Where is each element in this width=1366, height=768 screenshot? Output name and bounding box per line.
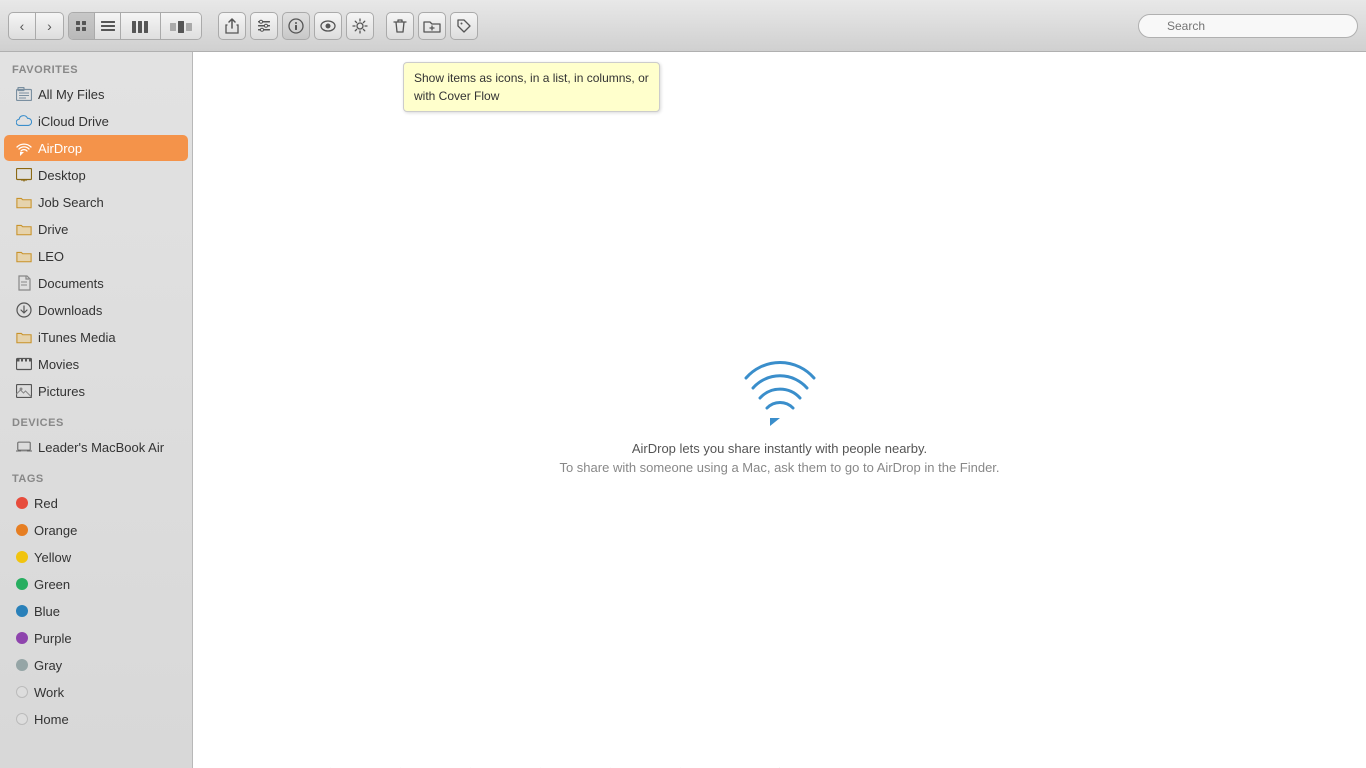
view-switcher <box>68 12 202 40</box>
itunes-media-icon <box>16 329 32 345</box>
sidebar-item-tag-orange[interactable]: Orange <box>4 517 188 543</box>
airdrop-sub-text: To share with someone using a Mac, ask t… <box>559 460 999 475</box>
leo-folder-icon <box>16 248 32 264</box>
forward-button[interactable]: › <box>36 12 64 40</box>
sidebar-item-tag-home[interactable]: Home <box>4 706 188 732</box>
view-column-button[interactable] <box>121 13 161 40</box>
airdrop-main-text: AirDrop lets you share instantly with pe… <box>559 441 999 456</box>
sidebar-item-label: Yellow <box>34 550 71 565</box>
desktop-icon <box>16 167 32 183</box>
sidebar-item-label: LEO <box>38 249 64 264</box>
sidebar-item-label: Orange <box>34 523 77 538</box>
sidebar-item-job-search[interactable]: Job Search <box>4 189 188 215</box>
delete-button[interactable] <box>386 12 414 40</box>
icloud-drive-icon <box>16 113 32 129</box>
sidebar-item-movies[interactable]: Movies <box>4 351 188 377</box>
sidebar-item-label: Job Search <box>38 195 104 210</box>
search-input[interactable] <box>1138 14 1358 38</box>
view-coverflow-button[interactable] <box>161 13 201 40</box>
sidebar: Favorites All My Files iCloud Drive <box>0 52 193 768</box>
sidebar-item-label: AirDrop <box>38 141 82 156</box>
tag-button[interactable] <box>450 12 478 40</box>
sidebar-item-label: Downloads <box>38 303 102 318</box>
airdrop-description: AirDrop lets you share instantly with pe… <box>559 441 999 475</box>
preview-button[interactable] <box>314 12 342 40</box>
sidebar-item-tag-yellow[interactable]: Yellow <box>4 544 188 570</box>
pictures-icon <box>16 383 32 399</box>
orange-tag-dot <box>16 524 28 536</box>
sidebar-item-label: Blue <box>34 604 60 619</box>
sidebar-item-tag-gray[interactable]: Gray <box>4 652 188 678</box>
sidebar-item-label: Purple <box>34 631 72 646</box>
home-tag-dot <box>16 713 28 725</box>
devices-header: Devices <box>0 405 192 433</box>
sidebar-item-all-my-files[interactable]: All My Files <box>4 81 188 107</box>
sidebar-item-label: Desktop <box>38 168 86 183</box>
sidebar-item-tag-blue[interactable]: Blue <box>4 598 188 624</box>
red-tag-dot <box>16 497 28 509</box>
sidebar-item-tag-red[interactable]: Red <box>4 490 188 516</box>
sidebar-item-label: Work <box>34 685 64 700</box>
sidebar-item-drive[interactable]: Drive <box>4 216 188 242</box>
sidebar-item-label: iCloud Drive <box>38 114 109 129</box>
sidebar-item-icloud-drive[interactable]: iCloud Drive <box>4 108 188 134</box>
sidebar-item-label: Red <box>34 496 58 511</box>
sidebar-item-label: All My Files <box>38 87 104 102</box>
laptop-icon <box>16 439 32 455</box>
sidebar-item-airdrop[interactable]: AirDrop <box>4 135 188 161</box>
sidebar-item-leo[interactable]: LEO <box>4 243 188 269</box>
yellow-tag-dot <box>16 551 28 563</box>
all-my-files-icon <box>16 86 32 102</box>
gray-tag-dot <box>16 659 28 671</box>
main-area: Favorites All My Files iCloud Drive <box>0 52 1366 768</box>
sidebar-item-label: Drive <box>38 222 68 237</box>
info-button[interactable] <box>282 12 310 40</box>
sidebar-item-pictures[interactable]: Pictures <box>4 378 188 404</box>
sidebar-item-label: iTunes Media <box>38 330 116 345</box>
favorites-header: Favorites <box>0 52 192 80</box>
content-area: Show items as icons, in a list, in colum… <box>193 52 1366 768</box>
sidebar-item-itunes-media[interactable]: iTunes Media <box>4 324 188 350</box>
documents-icon <box>16 275 32 291</box>
sidebar-item-label: Leader's MacBook Air <box>38 440 164 455</box>
airdrop-icon <box>16 140 32 156</box>
airdrop-main-icon <box>740 346 820 429</box>
sidebar-item-documents[interactable]: Documents <box>4 270 188 296</box>
drive-folder-icon <box>16 221 32 237</box>
downloads-icon <box>16 302 32 318</box>
sidebar-item-tag-purple[interactable]: Purple <box>4 625 188 651</box>
view-icon-button[interactable] <box>69 13 95 40</box>
share-button[interactable] <box>218 12 246 40</box>
tooltip: Show items as icons, in a list, in colum… <box>403 62 660 112</box>
blue-tag-dot <box>16 605 28 617</box>
sidebar-item-label: Documents <box>38 276 104 291</box>
sidebar-item-tag-green[interactable]: Green <box>4 571 188 597</box>
nav-buttons: ‹ › <box>8 12 64 40</box>
sidebar-item-label: Gray <box>34 658 62 673</box>
movies-icon <box>16 356 32 372</box>
sidebar-item-label: Movies <box>38 357 79 372</box>
settings-button[interactable] <box>346 12 374 40</box>
new-folder-button[interactable] <box>418 12 446 40</box>
job-search-folder-icon <box>16 194 32 210</box>
toolbar: ‹ › <box>0 0 1366 52</box>
tags-header: Tags <box>0 461 192 489</box>
purple-tag-dot <box>16 632 28 644</box>
sidebar-item-downloads[interactable]: Downloads <box>4 297 188 323</box>
sidebar-item-label: Pictures <box>38 384 85 399</box>
sidebar-item-desktop[interactable]: Desktop <box>4 162 188 188</box>
view-list-button[interactable] <box>95 13 121 40</box>
sidebar-item-label: Home <box>34 712 69 727</box>
back-button[interactable]: ‹ <box>8 12 36 40</box>
airdrop-arcs-background <box>330 268 1230 768</box>
sidebar-item-macbook-air[interactable]: Leader's MacBook Air <box>4 434 188 460</box>
airdrop-center: AirDrop lets you share instantly with pe… <box>559 346 999 475</box>
search-wrapper: 🔍 <box>1138 14 1358 38</box>
sidebar-item-tag-work[interactable]: Work <box>4 679 188 705</box>
work-tag-dot <box>16 686 28 698</box>
sidebar-item-label: Green <box>34 577 70 592</box>
green-tag-dot <box>16 578 28 590</box>
arrange-button[interactable] <box>250 12 278 40</box>
